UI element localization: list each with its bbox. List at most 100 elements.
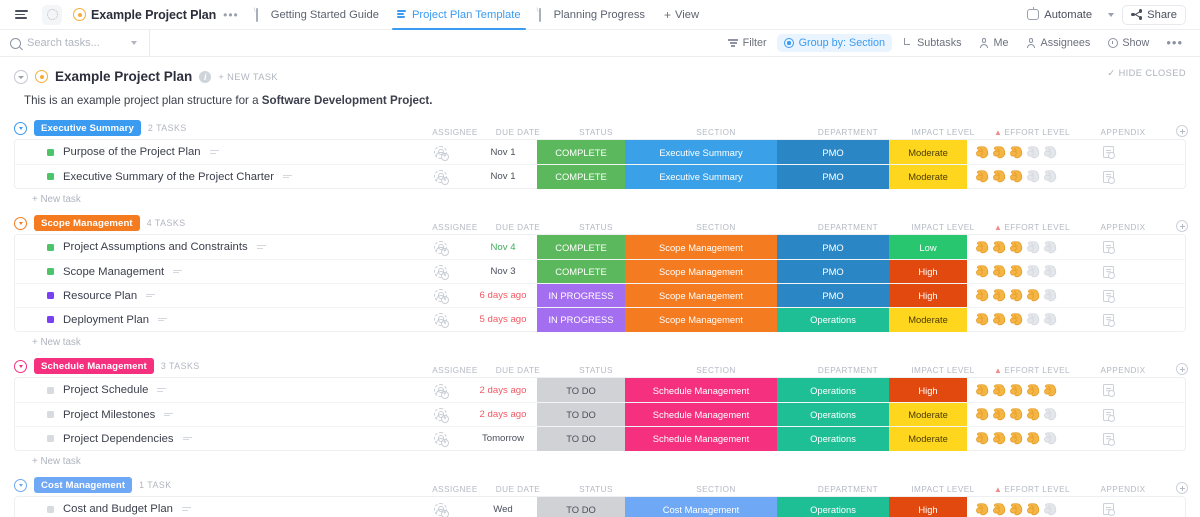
status-cell[interactable]: TO DO — [537, 403, 625, 427]
subtasks-button[interactable]: Subtasks — [895, 34, 968, 52]
effort-level-cell[interactable] — [967, 235, 1067, 259]
table-row[interactable]: Project Milestones+2 days agoTO DOSchedu… — [15, 402, 1185, 426]
group-tag[interactable]: Schedule Management — [34, 358, 154, 374]
table-row[interactable]: Cost and Budget Plan+WedTO DOCost Manage… — [15, 497, 1185, 517]
column-header-section[interactable]: SECTION — [640, 223, 792, 232]
add-assignee-icon[interactable]: + — [441, 296, 449, 304]
effort-level-cell[interactable] — [967, 284, 1067, 308]
due-date-cell[interactable]: 2 days ago — [469, 403, 537, 427]
impact-level-cell[interactable]: High — [889, 260, 967, 284]
status-cell[interactable]: COMPLETE — [537, 260, 625, 284]
impact-level-cell[interactable]: Moderate — [889, 140, 967, 164]
add-assignee-icon[interactable]: + — [441, 153, 449, 161]
appendix-cell[interactable] — [1067, 165, 1149, 189]
document-title-group[interactable]: Example Project Plan ••• — [73, 8, 239, 22]
priority-indicator[interactable] — [47, 435, 54, 442]
effort-level-cell[interactable] — [967, 378, 1067, 402]
assignee-cell[interactable]: + — [411, 165, 469, 189]
department-cell[interactable]: PMO — [777, 260, 889, 284]
add-assignee-icon[interactable]: + — [441, 391, 449, 399]
appendix-cell[interactable] — [1067, 497, 1149, 517]
due-date-cell[interactable]: Nov 1 — [469, 165, 537, 189]
assignee-cell[interactable]: + — [411, 427, 469, 451]
impact-level-cell[interactable]: Moderate — [889, 427, 967, 451]
impact-level-cell[interactable]: High — [889, 378, 967, 402]
column-header-impact[interactable]: IMPACT LEVEL — [904, 128, 982, 137]
department-cell[interactable]: Operations — [777, 378, 889, 402]
due-date-cell[interactable]: Nov 1 — [469, 140, 537, 164]
table-row[interactable]: Deployment Plan+5 days agoIN PROGRESSSco… — [15, 307, 1185, 331]
add-assignee-icon[interactable]: + — [441, 510, 449, 517]
add-column-button[interactable] — [1164, 220, 1200, 232]
new-task-inline-button[interactable]: + New task — [0, 189, 1200, 210]
impact-level-cell[interactable]: Moderate — [889, 403, 967, 427]
section-cell[interactable]: Executive Summary — [625, 140, 777, 164]
column-header-assignee[interactable]: ASSIGNEE — [426, 223, 484, 232]
table-row[interactable]: Executive Summary of the Project Charter… — [15, 164, 1185, 188]
group-tag[interactable]: Executive Summary — [34, 120, 141, 136]
assignee-cell[interactable]: + — [411, 378, 469, 402]
appendix-cell[interactable] — [1067, 308, 1149, 332]
section-cell[interactable]: Schedule Management — [625, 403, 777, 427]
column-header-due[interactable]: DUE DATE — [484, 128, 552, 137]
add-assignee-icon[interactable]: + — [441, 272, 449, 280]
priority-indicator[interactable] — [47, 173, 54, 180]
department-cell[interactable]: PMO — [777, 235, 889, 259]
priority-indicator[interactable] — [47, 149, 54, 156]
appendix-cell[interactable] — [1067, 427, 1149, 451]
chevron-down-icon[interactable] — [131, 41, 137, 45]
menu-icon[interactable] — [10, 4, 32, 26]
effort-level-cell[interactable] — [967, 427, 1067, 451]
appendix-cell[interactable] — [1067, 260, 1149, 284]
column-header-section[interactable]: SECTION — [640, 366, 792, 375]
assignee-cell[interactable]: + — [411, 497, 469, 517]
table-row[interactable]: Scope Management+Nov 3COMPLETEScope Mana… — [15, 259, 1185, 283]
column-header-due[interactable]: DUE DATE — [484, 485, 552, 494]
column-header-assignee[interactable]: ASSIGNEE — [426, 485, 484, 494]
column-header-department[interactable]: DEPARTMENT — [792, 485, 904, 494]
due-date-cell[interactable]: 5 days ago — [469, 308, 537, 332]
effort-level-cell[interactable] — [967, 497, 1067, 517]
task-name-cell[interactable]: Deployment Plan — [15, 314, 411, 326]
column-header-due[interactable]: DUE DATE — [484, 366, 552, 375]
task-name-cell[interactable]: Executive Summary of the Project Charter — [15, 171, 411, 183]
task-name-cell[interactable]: Project Schedule — [15, 384, 411, 396]
due-date-cell[interactable]: 2 days ago — [469, 378, 537, 402]
column-header-effort[interactable]: ▲EFFORT LEVEL — [982, 128, 1082, 137]
appendix-cell[interactable] — [1067, 235, 1149, 259]
add-assignee-icon[interactable]: + — [441, 248, 449, 256]
column-header-appendix[interactable]: APPENDIX — [1082, 366, 1164, 375]
department-cell[interactable]: Operations — [777, 427, 889, 451]
department-cell[interactable]: PMO — [777, 284, 889, 308]
filter-button[interactable]: Filter — [721, 34, 774, 52]
section-cell[interactable]: Scope Management — [625, 284, 777, 308]
appendix-cell[interactable] — [1067, 140, 1149, 164]
department-cell[interactable]: PMO — [777, 165, 889, 189]
section-cell[interactable]: Scope Management — [625, 308, 777, 332]
status-cell[interactable]: TO DO — [537, 427, 625, 451]
appendix-cell[interactable] — [1067, 284, 1149, 308]
column-header-effort[interactable]: ▲EFFORT LEVEL — [982, 485, 1082, 494]
assignees-button[interactable]: Assignees — [1019, 34, 1098, 52]
group-by-button[interactable]: Group by: Section — [777, 34, 892, 52]
loading-spinner-icon[interactable] — [42, 5, 62, 25]
table-row[interactable]: Project Assumptions and Constraints+Nov … — [15, 235, 1185, 259]
toolbar-overflow-button[interactable]: ••• — [1159, 36, 1190, 50]
department-cell[interactable]: PMO — [777, 140, 889, 164]
column-header-section[interactable]: SECTION — [640, 128, 792, 137]
automate-button[interactable]: Automate — [1019, 6, 1100, 24]
tab-getting-started-guide[interactable]: \ Getting Started Guide — [247, 0, 388, 30]
column-header-status[interactable]: STATUS — [552, 366, 640, 375]
column-header-appendix[interactable]: APPENDIX — [1082, 485, 1164, 494]
column-header-status[interactable]: STATUS — [552, 128, 640, 137]
column-header-appendix[interactable]: APPENDIX — [1082, 128, 1164, 137]
section-cell[interactable]: Cost Management — [625, 497, 777, 517]
add-column-button[interactable] — [1164, 482, 1200, 494]
assignee-cell[interactable]: + — [411, 235, 469, 259]
new-task-inline-button[interactable]: + New task — [0, 332, 1200, 353]
add-assignee-icon[interactable]: + — [441, 320, 449, 328]
add-assignee-icon[interactable]: + — [441, 439, 449, 447]
table-row[interactable]: Project Schedule+2 days agoTO DOSchedule… — [15, 378, 1185, 402]
status-cell[interactable]: TO DO — [537, 497, 625, 517]
impact-level-cell[interactable]: Moderate — [889, 308, 967, 332]
